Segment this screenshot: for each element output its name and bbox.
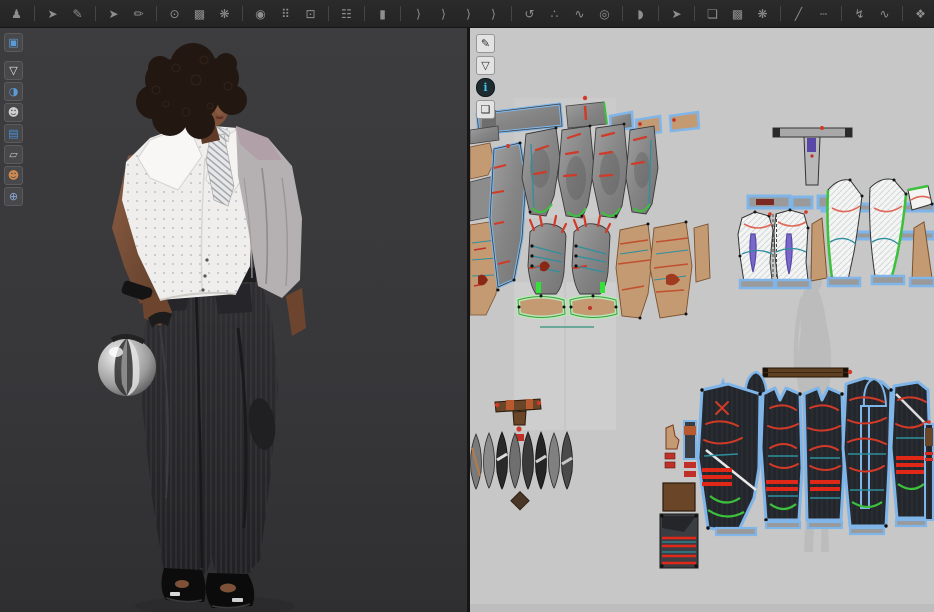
scene-library-icon[interactable]: ▣: [4, 33, 23, 52]
toolbar-separator: [780, 6, 781, 21]
fabric-pen-tool-icon[interactable]: ✎: [65, 3, 90, 25]
pattern-layout-canvas[interactable]: [470, 28, 934, 612]
buttonhole-tool-icon[interactable]: ⠿: [273, 3, 298, 25]
add-point-pattern-tool-icon[interactable]: ❋: [750, 3, 775, 25]
canvas-bottom-edge: [470, 604, 934, 612]
toolbar-separator: [841, 6, 842, 21]
fold-3d-tool-icon[interactable]: ⟩: [431, 3, 456, 25]
toolbar-separator: [156, 6, 157, 21]
pin-to-garment-tool-icon[interactable]: ▩: [187, 3, 212, 25]
bag-gores[interactable]: [471, 432, 573, 510]
avatar-hair: [136, 43, 247, 139]
edit-pattern-3d-tool-icon[interactable]: ✏: [126, 3, 151, 25]
toolbar-separator: [364, 6, 365, 21]
toolbar-separator: [34, 6, 35, 21]
toolbar-separator: [622, 6, 623, 21]
toolbar-separator: [328, 6, 329, 21]
toolbar-separator: [658, 6, 659, 21]
edit-pattern-2d-tool-icon[interactable]: ▩: [725, 3, 750, 25]
view-toggle-toolbar: ✎ ▽ i ❏: [476, 34, 495, 122]
edit-dashed-line-tool-icon[interactable]: ┄: [811, 3, 836, 25]
free-sewing-3d-tool-icon[interactable]: ∴: [542, 3, 567, 25]
select-pattern-3d-tool-icon[interactable]: ➤: [101, 3, 126, 25]
trim-library-icon[interactable]: ▱: [4, 145, 23, 164]
garment-avatar-library-icon[interactable]: ◑: [4, 82, 23, 101]
attach-button-tool-icon[interactable]: ◉: [248, 3, 273, 25]
viewport-2d[interactable]: ✎ ▽ i ❏: [470, 28, 934, 612]
library-sidebar: ▣ ▽ ◑ ☻ ▤ ▱ ☻ ⊕: [4, 33, 23, 208]
transform-pattern-2d-tool-icon[interactable]: ❏: [700, 3, 725, 25]
toolbar-separator: [694, 6, 695, 21]
show-paper-toggle-icon[interactable]: ❏: [476, 100, 495, 119]
toolbar-separator: [95, 6, 96, 21]
fabric-library-icon[interactable]: ▤: [4, 124, 23, 143]
belt-trim-pieces[interactable]: [660, 421, 698, 568]
garment-library-icon[interactable]: ▽: [4, 61, 23, 80]
fasten-button-tool-icon[interactable]: ⊡: [298, 3, 323, 25]
m-notch-sewing-2d-tool-icon[interactable]: ∿: [872, 3, 897, 25]
sculpt-roll-tool-icon[interactable]: ▮: [370, 3, 395, 25]
online-library-icon[interactable]: ⊕: [4, 187, 23, 206]
head-library-icon[interactable]: ☻: [4, 166, 23, 185]
jacket-side-strap[interactable]: [925, 420, 933, 520]
avatar-right-hand: [286, 288, 306, 336]
select-fabric-tool-icon[interactable]: ➤: [40, 3, 65, 25]
pattern-info-toggle-icon[interactable]: i: [476, 78, 495, 97]
avatar-library-icon[interactable]: ☻: [4, 103, 23, 122]
zipper-tool-icon[interactable]: ☷: [334, 3, 359, 25]
belt-dark-panel[interactable]: [660, 514, 698, 568]
toolbar-separator: [400, 6, 401, 21]
avatar-3d-render[interactable]: [0, 28, 467, 612]
texture-editor-tool-icon[interactable]: ❖: [908, 3, 933, 25]
toolbar-separator: [242, 6, 243, 21]
main-toolbar: ♟➤✎➤✏⊙▩❋◉⠿⊡☷▮⟩⟩⟩⟩↺∴∿◎◗➤❏▩❋╱┄↯∿❖▦: [0, 0, 934, 28]
select-garment-2d-tool-icon[interactable]: ➤: [664, 3, 689, 25]
avatar-move-tool-icon[interactable]: ♟: [4, 3, 29, 25]
edit-seam-line-tool-icon[interactable]: ╱: [786, 3, 811, 25]
free-sewing-2d-tool-icon[interactable]: ↯: [847, 3, 872, 25]
fold-reset-tool-icon[interactable]: ⟩: [481, 3, 506, 25]
jacket-brown-bar[interactable]: [763, 368, 852, 377]
flatten-fold-tool-icon[interactable]: ⟩: [406, 3, 431, 25]
unfold-3d-tool-icon[interactable]: ⟩: [456, 3, 481, 25]
remove-pin-tool-icon[interactable]: ❋: [212, 3, 237, 25]
jacket-connector-strips[interactable]: [716, 520, 926, 535]
application-window: ♟➤✎➤✏⊙▩❋◉⠿⊡☷▮⟩⟩⟩⟩↺∴∿◎◗➤❏▩❋╱┄↯∿❖▦ ▣▽◑☻▤▱☻…: [0, 0, 934, 612]
viewport-3d[interactable]: ▣ ▽ ◑ ☻ ▤ ▱ ☻ ⊕: [0, 28, 467, 612]
pants-side-panel-selected[interactable]: [490, 142, 526, 288]
jacket-dark-panels[interactable]: [698, 372, 932, 534]
pin-tool-icon[interactable]: ⊙: [162, 3, 187, 25]
steam-iron-tool-icon[interactable]: ◗: [628, 3, 653, 25]
curved-sewing-3d-tool-icon[interactable]: ∿: [567, 3, 592, 25]
select-sewing-3d-tool-icon[interactable]: ◎: [592, 3, 617, 25]
toolbar-separator: [511, 6, 512, 21]
vest-collar-stand-t-piece[interactable]: [773, 126, 852, 185]
segment-sewing-3d-tool-icon[interactable]: ↺: [517, 3, 542, 25]
pants-tan-back-panels[interactable]: [616, 221, 710, 320]
show-garment-toggle-icon[interactable]: ▽: [476, 56, 495, 75]
show-stroke-toggle-icon[interactable]: ✎: [476, 34, 495, 53]
toolbar-separator: [902, 6, 903, 21]
